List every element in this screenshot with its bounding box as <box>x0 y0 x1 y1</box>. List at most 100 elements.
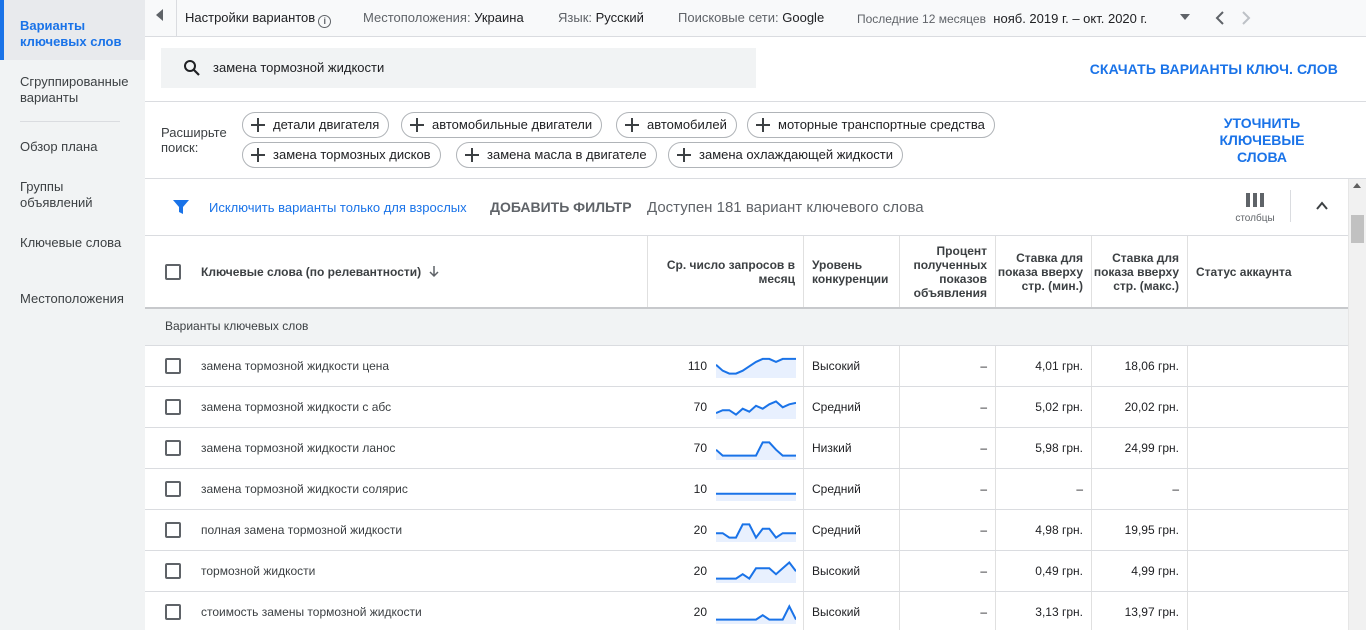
refine-keywords-button[interactable]: УТОЧНИТЬ КЛЮЧЕВЫЕ СЛОВА <box>1205 115 1319 166</box>
competition-cell-text: Средний <box>812 400 861 414</box>
competition-cell-text: Высокий <box>812 605 861 619</box>
keyword-table: Ключевые слова (по релевантности) Ср. чи… <box>145 236 1348 630</box>
add-filter-button[interactable]: ДОБАВИТЬ ФИЛЬТР <box>490 199 632 215</box>
trend-sparkline[interactable] <box>716 559 796 584</box>
table-row[interactable]: полная замена тормозной жидкости 20 Средни… <box>145 510 1348 551</box>
collapse-sidebar-icon[interactable] <box>145 0 177 37</box>
trend-sparkline[interactable] <box>716 354 796 379</box>
search-box[interactable] <box>161 48 756 88</box>
exclude-adult-filter[interactable]: Исключить варианты только для взрослых <box>209 200 467 215</box>
filter-row: Исключить варианты только для взрослых Д… <box>145 179 1348 236</box>
chevron-left-icon[interactable] <box>1213 10 1227 26</box>
sidebar-divider <box>20 121 120 122</box>
broaden-chip[interactable]: замена тормозных дисков <box>242 142 441 168</box>
bid-low-cell: 3,13 грн. <box>996 592 1092 630</box>
table-row[interactable]: замена тормозной жидкости солярис 10 Средн… <box>145 469 1348 510</box>
header-bid-high[interactable]: Ставка для показа вверху стр. (макс.) <box>1092 236 1188 307</box>
bid-low-cell: 5,02 грн. <box>996 387 1092 427</box>
competition-cell-text: Высокий <box>812 359 861 373</box>
sidebar-item-ad-groups[interactable]: Группы объявлений <box>0 179 145 211</box>
language-setting[interactable]: Язык: Русский <box>558 10 644 25</box>
sidebar-item-locations[interactable]: Местоположения <box>0 291 145 307</box>
row-checkbox[interactable] <box>165 440 181 456</box>
impression-share-cell-text: – <box>980 523 987 537</box>
trend-sparkline[interactable] <box>716 395 796 420</box>
plus-icon <box>756 118 770 132</box>
row-checkbox[interactable] <box>165 481 181 497</box>
filter-icon[interactable] <box>173 199 189 215</box>
plus-icon <box>410 118 424 132</box>
competition-cell: Средний <box>804 469 900 509</box>
row-checkbox[interactable] <box>165 604 181 620</box>
keyword-cell: тормозной жидкости <box>201 551 648 591</box>
sidebar-item-grouped-ideas[interactable]: Сгруппированные варианты <box>0 74 145 106</box>
period-setting[interactable]: Последние 12 месяцев нояб. 2019 г. – окт… <box>857 11 1147 26</box>
header-label: Ставка для показа вверху стр. (макс.) <box>1093 250 1179 293</box>
bid-high-cell-text: 4,99 грн. <box>1131 564 1179 578</box>
select-all-checkbox[interactable] <box>165 264 181 280</box>
competition-cell-text: Низкий <box>812 441 852 455</box>
trend-sparkline[interactable] <box>716 518 796 543</box>
searches-cell: 110 <box>648 346 804 386</box>
keyword-cell-text: замена тормозной жидкости цена <box>201 359 390 373</box>
header-keyword[interactable]: Ключевые слова (по релевантности) <box>201 236 648 307</box>
location-setting[interactable]: Местоположения: Украина <box>363 10 524 25</box>
table-row[interactable]: замена тормозной жидкости с абс 70 Средний… <box>145 387 1348 428</box>
impression-share-cell: – <box>900 428 996 468</box>
header-label: Статус аккаунта <box>1196 264 1292 279</box>
broaden-chip[interactable]: автомобилей <box>616 112 737 138</box>
bid-high-cell: 13,97 грн. <box>1092 592 1188 630</box>
table-row[interactable]: стоимость замены тормозной жидкости 20 Выс… <box>145 592 1348 630</box>
chevron-right-icon[interactable] <box>1239 10 1253 26</box>
searches-cell-text: 70 <box>693 441 707 455</box>
sidebar-item-label: Обзор плана <box>20 139 98 154</box>
sidebar-item-keywords[interactable]: Ключевые слова <box>0 235 145 251</box>
header-impression-share[interactable]: Процент полученных показов объявления <box>900 236 996 307</box>
scroll-thumb[interactable] <box>1351 215 1364 243</box>
competition-cell: Высокий <box>804 551 900 591</box>
network-setting[interactable]: Поисковые сети: Google <box>678 10 824 25</box>
header-label: Процент полученных показов объявления <box>913 243 987 300</box>
row-checkbox[interactable] <box>165 358 181 374</box>
header-competition[interactable]: Уровень конкуренции <box>804 236 900 307</box>
broaden-chip[interactable]: моторные транспортные средства <box>747 112 995 138</box>
trend-sparkline[interactable] <box>716 477 796 502</box>
sidebar-item-keyword-ideas[interactable]: Варианты ключевых слов <box>0 0 145 60</box>
columns-button[interactable]: столбцы <box>1233 193 1277 224</box>
arrow-down-icon[interactable] <box>429 265 439 278</box>
bid-high-cell-text: – <box>1172 482 1179 496</box>
broaden-chip[interactable]: детали двигателя <box>242 112 390 138</box>
row-checkbox[interactable] <box>165 522 181 538</box>
download-ideas-button[interactable]: СКАЧАТЬ ВАРИАНТЫ КЛЮЧ. СЛОВ <box>1090 61 1338 77</box>
sidebar-item-plan-overview[interactable]: Обзор плана <box>0 139 145 155</box>
bid-low-cell-text: 5,02 грн. <box>1035 400 1083 414</box>
table-row[interactable]: замена тормозной жидкости ланос 70 Низкий –… <box>145 428 1348 469</box>
search-input[interactable] <box>213 60 733 75</box>
keyword-cell: замена тормозной жидкости с абс <box>201 387 648 427</box>
chip-label: автомобилей <box>647 117 727 132</box>
searches-cell: 70 <box>648 428 804 468</box>
table-row[interactable]: тормозной жидкости 20 Высокий – 0,49 грн. 4,9… <box>145 551 1348 592</box>
scrollbar[interactable] <box>1348 179 1366 630</box>
row-checkbox[interactable] <box>165 399 181 415</box>
row-checkbox[interactable] <box>165 563 181 579</box>
info-icon[interactable]: i <box>318 15 332 28</box>
broaden-chip[interactable]: замена масла в двигателе <box>456 142 657 168</box>
broaden-chip[interactable]: замена охлаждающей жидкости <box>668 142 904 168</box>
chevron-down-icon[interactable] <box>1180 14 1190 20</box>
bid-low-cell: 5,98 грн. <box>996 428 1092 468</box>
impression-share-cell: – <box>900 469 996 509</box>
table-row[interactable]: замена тормозной жидкости цена 110 Высокий… <box>145 346 1348 387</box>
trend-sparkline[interactable] <box>716 600 796 625</box>
settings-button[interactable]: Настройки вариантов i <box>185 10 332 28</box>
header-avg-searches[interactable]: Ср. число запросов в месяц <box>648 236 804 307</box>
trend-sparkline[interactable] <box>716 436 796 461</box>
settings-bar: Настройки вариантов i Местоположения: Укр… <box>145 0 1366 37</box>
header-account-status[interactable]: Статус аккаунта <box>1188 236 1348 307</box>
broaden-chip[interactable]: автомобильные двигатели <box>401 112 603 138</box>
header-bid-low[interactable]: Ставка для показа вверху стр. (мин.) <box>996 236 1092 307</box>
chevron-up-icon[interactable] <box>1315 199 1329 213</box>
keyword-cell: замена тормозной жидкости солярис <box>201 469 648 509</box>
scroll-up-icon[interactable] <box>1353 183 1361 188</box>
status-cell <box>1188 469 1348 509</box>
